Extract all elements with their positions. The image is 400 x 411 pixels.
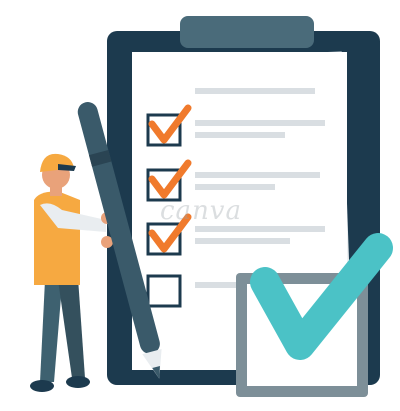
watermark: canva: [160, 196, 242, 226]
clipboard-clip: [180, 16, 314, 48]
